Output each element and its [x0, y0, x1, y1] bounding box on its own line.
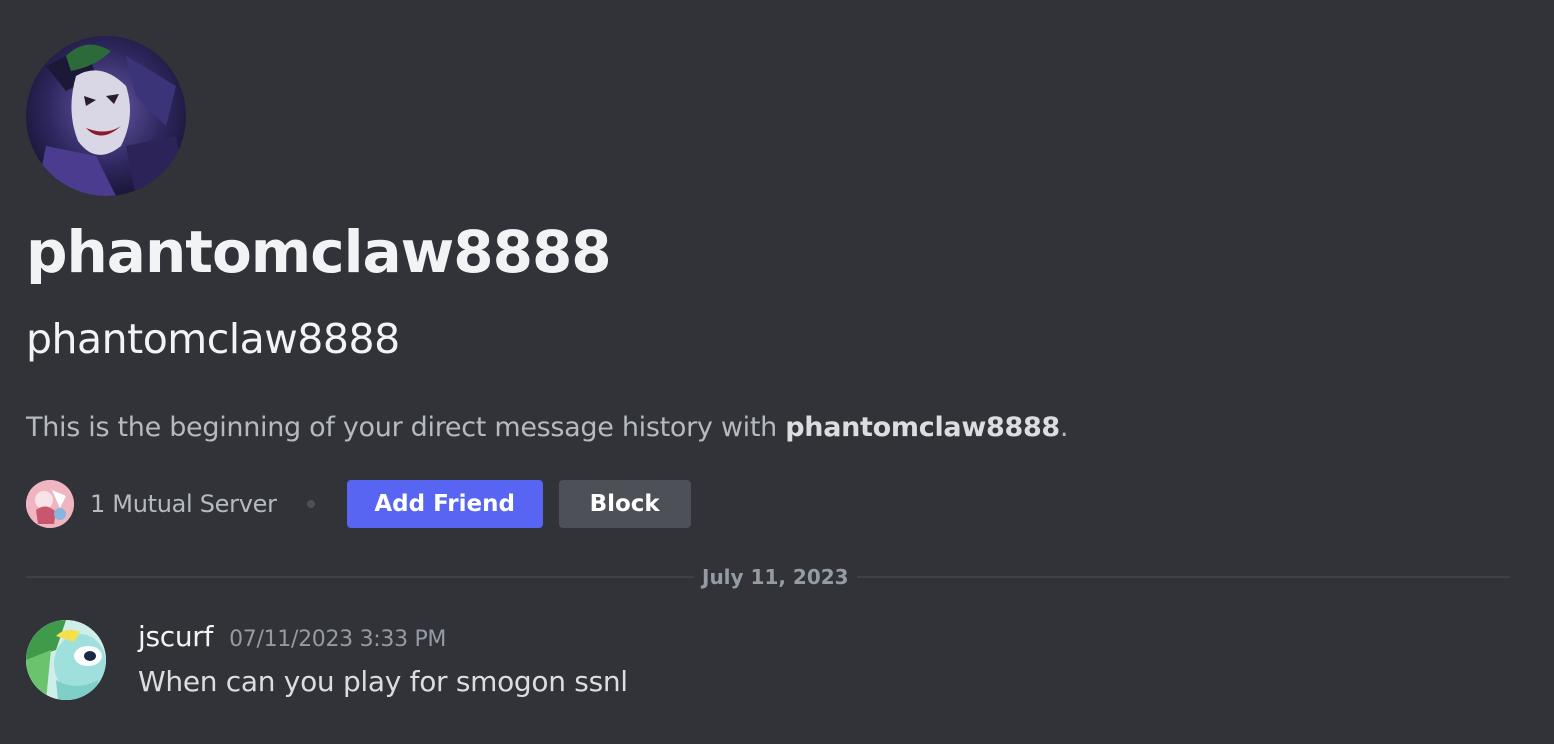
- intro-suffix: .: [1059, 412, 1069, 443]
- joker-avatar-icon: [26, 36, 186, 196]
- message-timestamp: 07/11/2023 3:33 PM: [229, 627, 447, 652]
- date-divider-label: July 11, 2023: [694, 562, 857, 592]
- profile-actions-row: 1 Mutual Server Add Friend Block: [26, 480, 691, 528]
- intro-prefix: This is the beginning of your direct mes…: [26, 412, 786, 443]
- message-author[interactable]: jscurf: [138, 620, 213, 653]
- server-icon: [26, 480, 74, 528]
- mutual-server-icon[interactable]: [26, 480, 74, 528]
- profile-avatar[interactable]: [26, 36, 186, 196]
- message-header: jscurf 07/11/2023 3:33 PM: [138, 620, 446, 653]
- mutual-servers-link[interactable]: 1 Mutual Server: [90, 490, 277, 518]
- block-button[interactable]: Block: [558, 480, 691, 528]
- dm-intro-text: This is the beginning of your direct mes…: [26, 408, 1069, 448]
- profile-display-name: phantomclaw8888: [26, 218, 612, 286]
- separator-dot: [306, 500, 315, 508]
- user-avatar-icon: [26, 620, 106, 700]
- add-friend-button[interactable]: Add Friend: [346, 480, 543, 528]
- message-content: When can you play for smogon ssnl: [138, 665, 628, 698]
- profile-username: phantomclaw8888: [26, 315, 400, 363]
- dm-channel: phantomclaw8888 phantomclaw8888 This is …: [0, 0, 1554, 744]
- intro-name: phantomclaw8888: [785, 412, 1060, 443]
- message-author-avatar[interactable]: [26, 620, 106, 700]
